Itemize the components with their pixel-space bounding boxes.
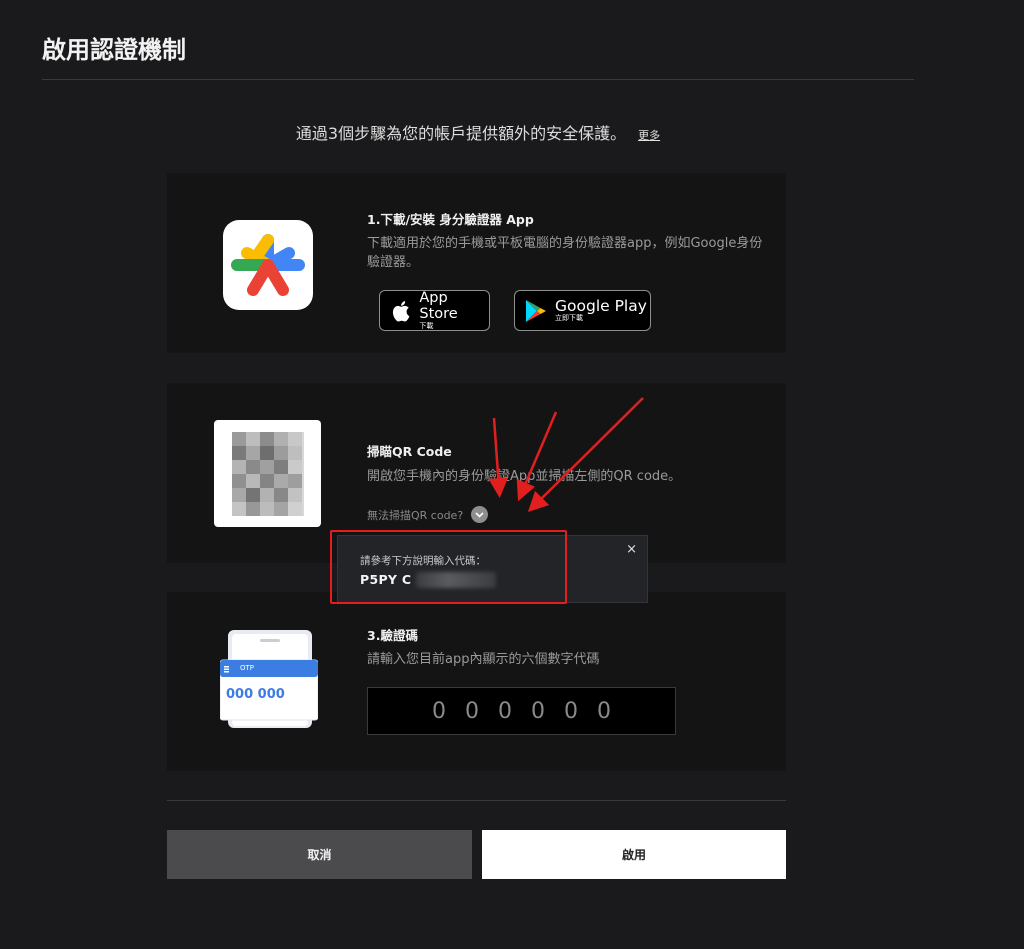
otp-digit-3: 0: [498, 698, 512, 724]
step3-card: OTP 000 000 3.驗證碼 請輸入您目前app內顯示的六個數字代碼 0 …: [167, 592, 786, 771]
cant-scan-label: 無法掃描QR code?: [367, 508, 464, 522]
step1-title: 1.下載/安裝 身分驗證器 App: [367, 212, 534, 227]
google-play-sub: 立即下載: [555, 314, 583, 322]
otp-digit-1: 0: [432, 698, 446, 724]
app-store-button[interactable]: App Store 下載: [379, 290, 490, 331]
title-divider: [42, 79, 914, 80]
otp-digits: 000 000: [226, 687, 285, 702]
annotation-highlight-box: [330, 530, 567, 604]
google-play-button[interactable]: Google Play 立即下載: [514, 290, 651, 331]
step1-card: 1.下載/安裝 身分驗證器 App 下載適用於您的手機或平板電腦的身份驗證器ap…: [167, 173, 786, 353]
otp-digit-2: 0: [465, 698, 479, 724]
step3-title: 3.驗證碼: [367, 628, 418, 643]
step2-description: 開啟您手機內的身份驗證App並掃描左側的QR code。: [367, 469, 682, 484]
app-store-label: App Store: [419, 290, 458, 322]
qr-code-image: [214, 420, 321, 527]
authenticator-app-icon: [223, 220, 313, 310]
google-play-icon: [523, 298, 549, 324]
otp-illustration: OTP 000 000: [219, 630, 319, 730]
otp-digit-4: 0: [531, 698, 545, 724]
google-play-label: Google Play: [555, 297, 647, 315]
chevron-down-icon[interactable]: [471, 506, 489, 523]
otp-digit-6: 0: [597, 698, 611, 724]
intro-label: 通過3個步驟為您的帳戶提供額外的安全保護。: [295, 124, 627, 143]
more-link[interactable]: 更多: [638, 129, 660, 142]
otp-tag: OTP: [240, 664, 255, 672]
otp-code-input[interactable]: 0 0 0 0 0 0: [367, 687, 676, 735]
step2-title: 掃瞄QR Code: [367, 444, 452, 459]
apple-icon: [388, 298, 413, 324]
close-icon[interactable]: ×: [626, 542, 637, 557]
cancel-button[interactable]: 取消: [167, 830, 472, 879]
page-title: 啟用認證機制: [42, 36, 186, 64]
otp-digit-5: 0: [564, 698, 578, 724]
cant-scan-toggle[interactable]: 無法掃描QR code?: [367, 506, 489, 523]
app-store-sub: 下載: [419, 322, 434, 330]
intro-text: 通過3個步驟為您的帳戶提供額外的安全保護。 更多: [0, 120, 956, 144]
step3-description: 請輸入您目前app內顯示的六個數字代碼: [367, 652, 600, 667]
step1-description: 下載適用於您的手機或平板電腦的身份驗證器app，例如Google身份驗證器。: [367, 236, 763, 270]
enable-button[interactable]: 啟用: [482, 830, 786, 879]
bottom-divider: [167, 800, 786, 801]
